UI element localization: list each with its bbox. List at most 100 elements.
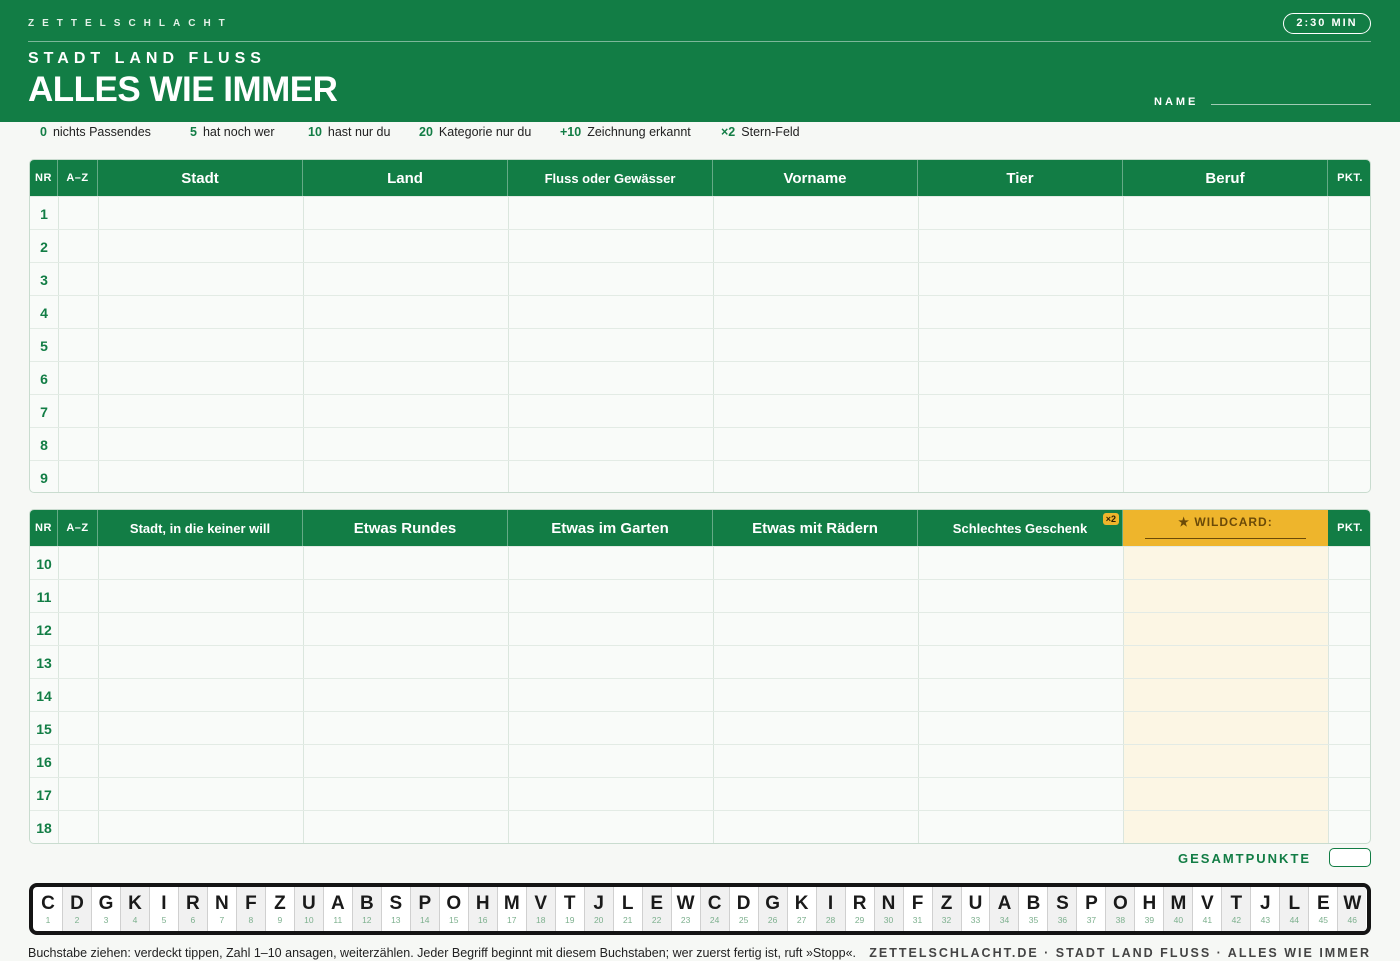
- letter-cell[interactable]: F8: [236, 887, 266, 931]
- instructions: Buchstabe ziehen: verdeckt tippen, Zahl …: [28, 946, 857, 960]
- letter-cell[interactable]: B 12: [352, 887, 382, 931]
- letter-number: 21: [622, 915, 633, 925]
- table-row[interactable]: 17: [30, 777, 1370, 810]
- table-row[interactable]: 16: [30, 744, 1370, 777]
- letter-cell[interactable]: O 15: [440, 887, 469, 931]
- score-rule: 10 hast nur du: [308, 125, 391, 139]
- letter-number: 25: [738, 915, 749, 925]
- letter-cell[interactable]: H 16: [468, 887, 498, 931]
- letter-cell[interactable]: W 23: [672, 887, 701, 931]
- letter-number: 20: [593, 915, 604, 925]
- table-row[interactable]: 15: [30, 711, 1370, 744]
- col-nr: NR: [30, 160, 58, 196]
- letter-cell[interactable]: P 14: [410, 887, 440, 931]
- letter-cell[interactable]: R 29: [846, 887, 875, 931]
- letter-number: 39: [1144, 915, 1155, 925]
- letter-cell[interactable]: S 36: [1048, 887, 1078, 931]
- name-field[interactable]: [1211, 104, 1371, 105]
- letter-cell[interactable]: T 19: [556, 887, 585, 931]
- table-row[interactable]: 13: [30, 645, 1370, 678]
- letter-cell[interactable]: Z9: [266, 887, 295, 931]
- letter-cell[interactable]: E 45: [1309, 887, 1339, 931]
- table-row[interactable]: 14: [30, 678, 1370, 711]
- letter-number: 4: [132, 915, 138, 925]
- letter-cell[interactable]: L 21: [614, 887, 643, 931]
- table-row[interactable]: 3: [30, 262, 1370, 295]
- letter-cell[interactable]: W 46: [1338, 887, 1367, 931]
- letter: W: [1343, 893, 1362, 914]
- letter-strip: C 1 D 2 G 3 K 4 I 5 R 6 N 7 F 8 Z 9 U 10 A 11 B 12 S 13 P 14 O 15 H 16 M…: [29, 883, 1371, 935]
- letter-cell[interactable]: H 39: [1135, 887, 1165, 931]
- letter-cell[interactable]: M 17: [498, 887, 527, 931]
- table-row[interactable]: 4: [30, 295, 1370, 328]
- letter-number: 37: [1086, 915, 1097, 925]
- letter-cell[interactable]: T 42: [1222, 887, 1252, 931]
- table-row[interactable]: 6: [30, 361, 1370, 394]
- letter-cell[interactable]: S 13: [382, 887, 411, 931]
- letter-cell[interactable]: R6: [178, 887, 208, 931]
- score-rule: 5 hat noch wer: [190, 125, 275, 139]
- letter: F: [911, 893, 924, 914]
- header-divider: [28, 41, 1371, 42]
- double-points-badge: ×2: [1102, 513, 1119, 525]
- letter-cell[interactable]: K 27: [788, 887, 817, 931]
- letter-number: 41: [1202, 915, 1213, 925]
- letter-number: 24: [709, 915, 720, 925]
- letter: E: [650, 893, 663, 914]
- letter-cell[interactable]: O 38: [1106, 887, 1136, 931]
- letter-number: 2: [74, 915, 80, 925]
- letter-cell[interactable]: F 31: [904, 887, 933, 931]
- letter-number: 18: [535, 915, 546, 925]
- letter-number: 16: [478, 915, 488, 925]
- letter-cell[interactable]: P 37: [1077, 887, 1107, 931]
- letter-cell[interactable]: I5: [150, 887, 179, 931]
- letter-cell[interactable]: N 30: [874, 887, 904, 931]
- table-row[interactable]: 10: [30, 546, 1370, 579]
- letter-cell[interactable]: M 40: [1164, 887, 1194, 931]
- letter-cell[interactable]: D2: [62, 887, 92, 931]
- letter-cell[interactable]: J 43: [1251, 887, 1281, 931]
- letter-number: 38: [1115, 915, 1126, 925]
- total-points-field[interactable]: [1329, 848, 1371, 867]
- letter-number: 30: [883, 915, 894, 925]
- letter: R: [186, 893, 200, 914]
- letter-cell[interactable]: N7: [208, 887, 237, 931]
- letter: K: [794, 893, 809, 914]
- letter-number: 7: [219, 915, 225, 925]
- letter-cell[interactable]: C 24: [700, 887, 730, 931]
- letter-number: 32: [941, 915, 952, 925]
- letter-cell[interactable]: E 22: [642, 887, 672, 931]
- letter-cell[interactable]: K4: [120, 887, 150, 931]
- letter: I: [827, 893, 834, 914]
- wildcard-header[interactable]: ★ WILDCARD:: [1123, 510, 1328, 546]
- letter-number: 9: [277, 915, 283, 925]
- letter-cell[interactable]: G 26: [758, 887, 788, 931]
- letter-cell[interactable]: Z 32: [932, 887, 962, 931]
- letter-cell[interactable]: C1: [34, 887, 63, 931]
- letter-cell[interactable]: V 41: [1193, 887, 1223, 931]
- letter-cell[interactable]: J 20: [584, 887, 614, 931]
- table-row[interactable]: 1: [30, 196, 1370, 229]
- table-row[interactable]: 9: [30, 460, 1370, 492]
- letter: I: [161, 893, 167, 914]
- letter-cell[interactable]: I 28: [816, 887, 846, 931]
- table-row[interactable]: 8: [30, 427, 1370, 460]
- letter-number: 33: [970, 915, 981, 925]
- letter-cell[interactable]: B 35: [1019, 887, 1049, 931]
- letter-cell[interactable]: L 44: [1280, 887, 1310, 931]
- letter-cell[interactable]: U 10: [294, 887, 324, 931]
- table-row[interactable]: 2: [30, 229, 1370, 262]
- table-row[interactable]: 5: [30, 328, 1370, 361]
- wildcard-input-line[interactable]: [1145, 538, 1306, 539]
- table-row[interactable]: 11: [30, 579, 1370, 612]
- table-row[interactable]: 18: [30, 810, 1370, 843]
- letter-cell[interactable]: D 25: [730, 887, 759, 931]
- letter-cell[interactable]: U 33: [962, 887, 991, 931]
- letter-cell[interactable]: A 11: [324, 887, 353, 931]
- letter-cell[interactable]: G3: [92, 887, 121, 931]
- letter-cell[interactable]: V 18: [526, 887, 556, 931]
- table-row[interactable]: 7: [30, 394, 1370, 427]
- letter-cell[interactable]: A 34: [990, 887, 1020, 931]
- timer-badge[interactable]: 2:30 MIN: [1283, 13, 1371, 34]
- table-row[interactable]: 12: [30, 612, 1370, 645]
